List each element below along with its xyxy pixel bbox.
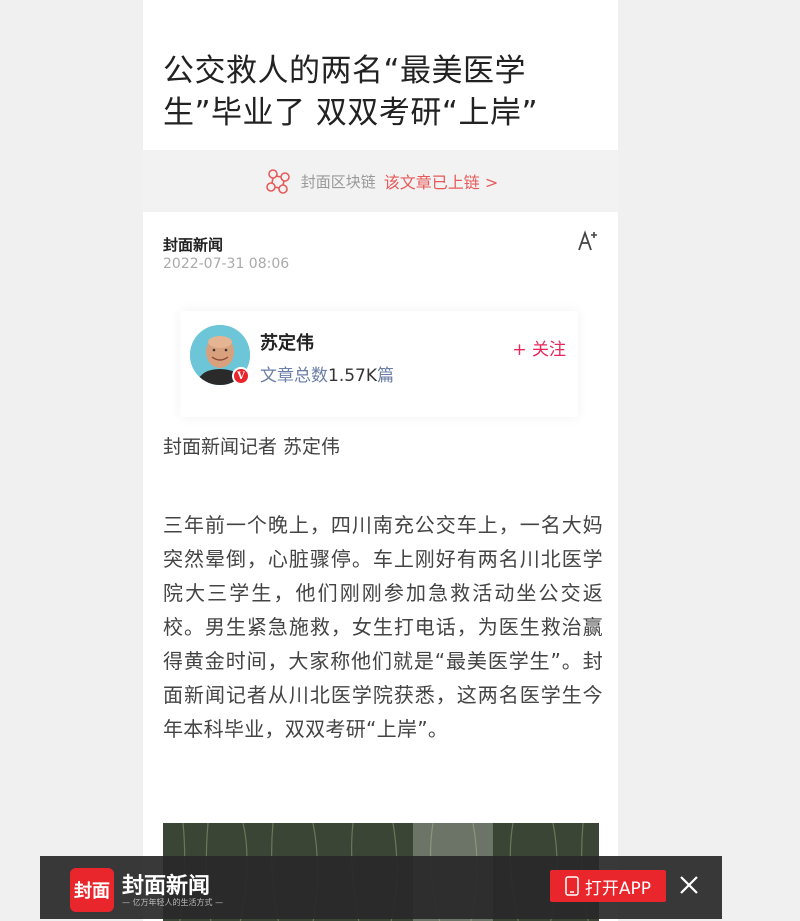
phone-icon <box>565 876 579 896</box>
article-date: 2022-07-31 08:06 <box>163 256 290 272</box>
article-source: 封面新闻 <box>163 236 224 254</box>
blockchain-link[interactable]: 该文章已上链 > <box>384 169 499 193</box>
article-byline: 封面新闻记者 苏定伟 <box>163 436 341 458</box>
author-stats-label: 文章总数 <box>260 366 328 386</box>
app-logo: 封面 <box>70 868 114 912</box>
open-app-button[interactable]: 打开APP <box>550 870 666 902</box>
app-name: 封面新闻 <box>122 873 211 899</box>
author-stats-unit: 篇 <box>377 366 394 386</box>
article-page: 公交救人的两名“最美医学生”毕业了 双双考研“上岸” 封面区块链 该文章已上链 … <box>143 0 618 921</box>
app-download-banner: 封面 封面新闻 — 亿万年轻人的生活方式 — 打开APP <box>40 856 722 919</box>
article-headline: 公交救人的两名“最美医学生”毕业了 双双考研“上岸” <box>163 53 539 131</box>
author-stats-count: 1.57K <box>328 366 377 386</box>
open-app-label: 打开APP <box>584 878 652 899</box>
author-name[interactable]: 苏定伟 <box>260 329 314 355</box>
app-slogan: — 亿万年轻人的生活方式 — <box>122 898 224 907</box>
font-size-icon[interactable] <box>575 228 601 254</box>
blockchain-label: 封面区块链 <box>300 172 376 191</box>
blockchain-bar[interactable]: 封面区块链 该文章已上链 > <box>143 150 618 212</box>
author-stats: 文章总数1.57K篇 <box>260 361 394 386</box>
verified-badge: V <box>232 367 250 385</box>
follow-button[interactable]: + 关注 <box>512 335 566 360</box>
article-body: 三年前一个晚上，四川南充公交车上，一名大妈突然晕倒，心脏骤停。车上刚好有两名川北… <box>163 513 603 741</box>
close-icon[interactable] <box>676 872 702 898</box>
author-card: V 苏定伟 文章总数1.57K篇 + 关注 <box>180 311 578 417</box>
blockchain-icon <box>265 169 290 194</box>
